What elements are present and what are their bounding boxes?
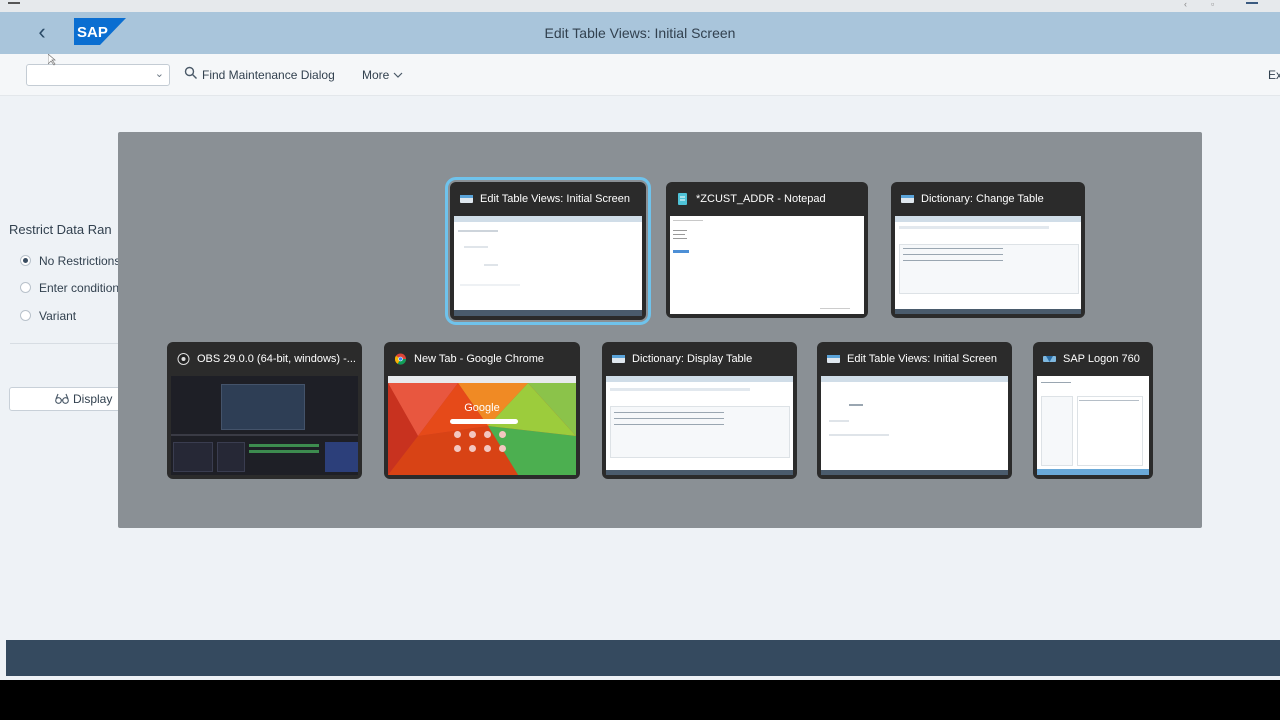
chevron-down-icon: ⌄ <box>154 68 164 80</box>
search-box <box>450 419 518 424</box>
menu-icon[interactable] <box>8 2 20 4</box>
window-preview <box>895 216 1081 314</box>
window-preview <box>606 376 793 475</box>
os-title-strip: ‹ ▫ <box>0 0 1280 12</box>
window-preview <box>454 216 642 316</box>
shell-bar: ‹ SAP Edit Table Views: Initial Screen <box>0 12 1280 54</box>
page-title: Edit Table Views: Initial Screen <box>544 25 736 41</box>
window-thumb-sap-logon[interactable]: SAP Logon 760 <box>1033 342 1153 479</box>
chrome-wallpaper <box>388 376 576 475</box>
status-bar <box>6 640 1280 676</box>
restore-glyph-icon[interactable]: ▫ <box>1211 0 1214 9</box>
glasses-icon <box>55 393 69 404</box>
radio-no-restrictions[interactable]: No Restrictions <box>20 253 120 269</box>
sap-logo: SAP <box>74 18 126 45</box>
google-logo-text: Google <box>464 402 500 414</box>
command-select[interactable]: ⌄ <box>26 64 170 86</box>
desktop-screen: ‹ ▫ ‹ SAP Edit Table Views: Initial Scre… <box>0 0 1280 680</box>
find-maintenance-dialog-button[interactable]: Find Maintenance Dialog <box>184 64 335 86</box>
radio-variant[interactable]: Variant <box>20 308 76 324</box>
window-preview <box>1037 376 1149 475</box>
window-title: Dictionary: Display Table <box>632 353 753 365</box>
window-title: Edit Table Views: Initial Screen <box>847 353 998 365</box>
radio-icon[interactable] <box>20 310 31 322</box>
window-thumb-dictionary-change[interactable]: Dictionary: Change Table <box>891 182 1085 318</box>
display-button[interactable]: Display <box>9 387 129 411</box>
search-icon <box>184 65 202 87</box>
window-preview <box>171 376 358 475</box>
window-preview: Google <box>388 376 576 475</box>
window-thumb-notepad[interactable]: *ZCUST_ADDR - Notepad <box>666 182 868 318</box>
window-control-icon[interactable] <box>1246 2 1258 4</box>
window-title: OBS 29.0.0 (64-bit, windows) -... <box>197 353 356 365</box>
window-thumb-edit-table-views[interactable]: Edit Table Views: Initial Screen <box>445 177 651 325</box>
back-button[interactable]: ‹ <box>30 21 54 44</box>
exit-button[interactable]: Ex <box>1268 64 1280 86</box>
window-title: SAP Logon 760 <box>1063 353 1140 365</box>
radio-label: Enter condition <box>39 281 120 295</box>
more-label: More <box>362 68 390 82</box>
window-thumb-obs[interactable]: OBS 29.0.0 (64-bit, windows) -... <box>167 342 362 479</box>
radio-label: Variant <box>39 309 77 323</box>
window-thumb-edit-table-views-2[interactable]: Edit Table Views: Initial Screen <box>817 342 1012 479</box>
find-label: Find Maintenance Dialog <box>202 68 335 82</box>
more-menu-button[interactable]: More <box>362 64 403 86</box>
task-switcher-overlay: Edit Table Views: Initial Screen *ZCUST_… <box>118 132 1202 528</box>
radio-label: No Restrictions <box>39 254 121 268</box>
radio-icon[interactable] <box>20 282 31 294</box>
window-title: Edit Table Views: Initial Screen <box>480 193 631 205</box>
window-thumb-chrome[interactable]: New Tab - Google Chrome Google <box>384 342 580 479</box>
minimize-glyph-icon[interactable]: ‹ <box>1184 0 1187 9</box>
restrict-data-range-title: Restrict Data Ran <box>9 222 112 237</box>
display-label: Display <box>73 392 113 406</box>
shortcut-grid <box>452 431 518 457</box>
window-preview <box>821 376 1008 475</box>
radio-selected-icon[interactable] <box>20 255 31 267</box>
chevron-down-icon <box>393 68 403 82</box>
svg-text:SAP: SAP <box>77 24 108 41</box>
mouse-cursor-icon <box>48 54 56 66</box>
window-thumb-dictionary-display[interactable]: Dictionary: Display Table <box>602 342 797 479</box>
app-toolbar: ⌄ Find Maintenance Dialog More Ex <box>0 54 1280 96</box>
window-title: Dictionary: Change Table <box>921 193 1044 205</box>
radio-enter-conditions[interactable]: Enter condition <box>20 280 119 296</box>
window-preview <box>670 216 864 314</box>
window-title: New Tab - Google Chrome <box>414 353 545 365</box>
window-title: *ZCUST_ADDR - Notepad <box>696 193 826 205</box>
